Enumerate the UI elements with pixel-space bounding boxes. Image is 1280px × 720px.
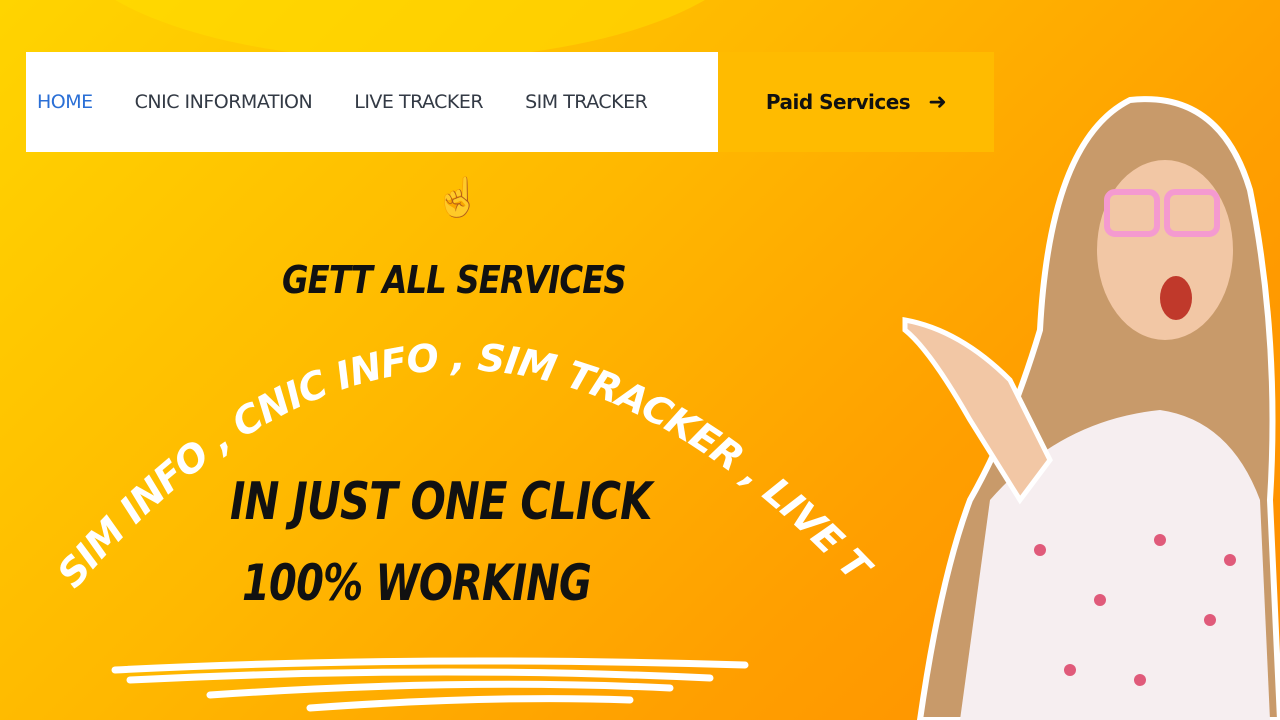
white-scribble-underline [111,657,749,712]
surprised-woman-image [902,96,1280,720]
one-click-text: IN JUST ONE CLICK [230,472,652,532]
working-text: 100% WORKING [242,554,592,612]
